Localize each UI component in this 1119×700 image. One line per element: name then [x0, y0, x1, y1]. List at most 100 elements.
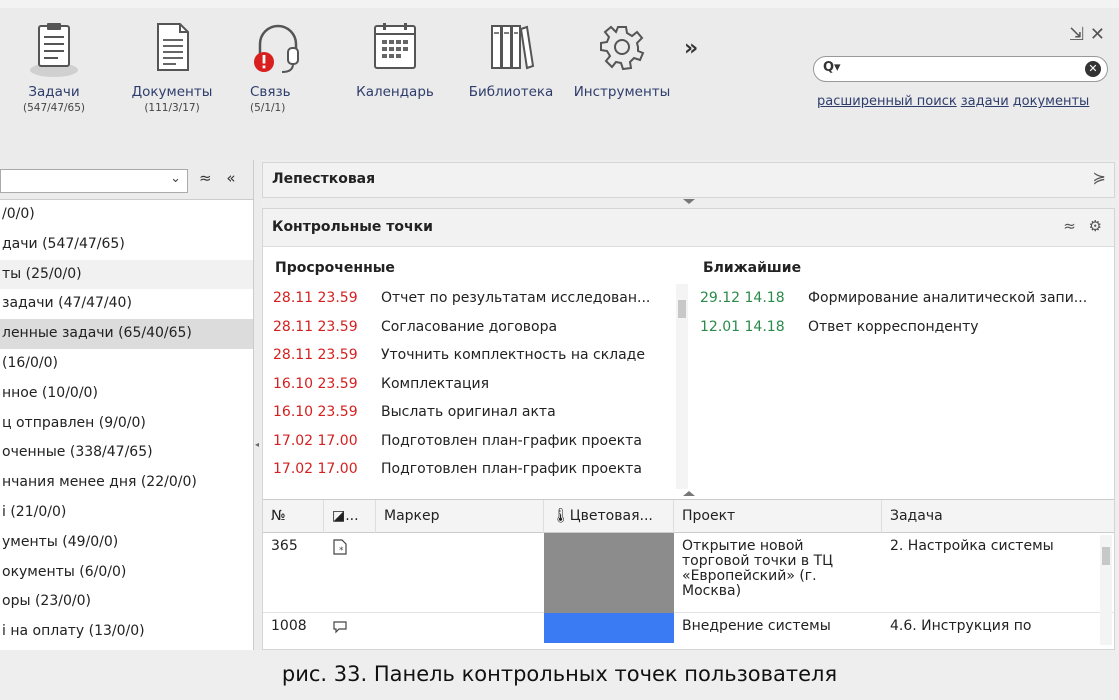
- table-scrollbar[interactable]: [1100, 535, 1112, 645]
- search-icon[interactable]: Q▾: [823, 60, 841, 75]
- overdue-row[interactable]: 28.11 23.59 Уточнить комплектность на скл…: [273, 341, 650, 370]
- list-item[interactable]: ументы (49/0/0): [0, 528, 253, 558]
- documents-count: (111/3/17): [144, 102, 200, 114]
- overdue-text: Комплектация: [381, 375, 490, 392]
- column-header-project[interactable]: Проект: [674, 500, 882, 533]
- petal-panel-title: Лепестковая: [272, 171, 376, 187]
- collapse-controls[interactable]: ≈ «: [199, 169, 241, 187]
- tasks-icon: [30, 23, 78, 77]
- upcoming-date: 29.12 14.18: [700, 290, 785, 306]
- column-header-number[interactable]: №: [263, 500, 324, 533]
- row-color-swatch: [544, 533, 674, 613]
- upcoming-row[interactable]: 12.01 14.18 Ответ корреспонденту: [700, 313, 1087, 342]
- overdue-text: Отчет по результатам исследован...: [381, 290, 651, 306]
- list-item[interactable]: (16/0/0): [0, 349, 253, 379]
- upcoming-title: Ближайшие: [703, 260, 802, 276]
- list-item[interactable]: і на оплату (13/0/0): [0, 617, 253, 647]
- overdue-row[interactable]: 16.10 23.59 Выслать оригинал акта: [273, 398, 650, 427]
- toolbar-tasks-button[interactable]: Задачи (547/47/65): [14, 20, 94, 114]
- list-item[interactable]: нчания менее дня (22/0/0): [0, 468, 253, 498]
- overdue-row[interactable]: 28.11 23.59 Согласование договора: [273, 313, 650, 342]
- chevron-down-icon[interactable]: ⌄: [170, 171, 181, 186]
- overdue-date: 17.02 17.00: [273, 432, 358, 449]
- list-item[interactable]: дачи (547/47/65): [0, 230, 253, 260]
- library-icon: [491, 25, 535, 70]
- overdue-date: 17.02 17.00: [273, 461, 358, 477]
- checkpoints-header: Контрольные точки ≈ ⚙: [263, 209, 1114, 247]
- splitter-handle-icon[interactable]: [683, 199, 695, 204]
- gear-icon: [600, 25, 645, 71]
- tasks-table: № ◪... Маркер 🌡Цветовая... Проект Задача…: [263, 499, 1114, 645]
- window-controls[interactable]: ⇲ ✕: [1069, 24, 1105, 45]
- list-item[interactable]: і (21/0/0): [0, 498, 253, 528]
- splitter-handle-icon[interactable]: [683, 491, 695, 496]
- filter-select[interactable]: ⌄: [0, 169, 188, 193]
- list-item[interactable]: задачи (47/47/40): [0, 289, 253, 319]
- overdue-row[interactable]: 16.10 23.59 Комплектация: [273, 370, 650, 399]
- row-marker: [376, 613, 544, 625]
- upcoming-text: Ответ корреспонденту: [808, 318, 979, 335]
- left-panel: ⌄ ≈ « /0/0) дачи (547/47/65) ты (25/0/0)…: [0, 160, 254, 650]
- overdue-row[interactable]: 17.02 17.00 Подготовлен план-график проек…: [273, 427, 650, 456]
- toolbar-tools-button[interactable]: Инструменты: [570, 20, 674, 100]
- headset-icon: [254, 24, 299, 73]
- overdue-scrollbar[interactable]: [676, 284, 688, 489]
- column-header-marker[interactable]: Маркер: [376, 500, 544, 533]
- overdue-date: 16.10 23.59: [273, 375, 358, 392]
- column-header-type[interactable]: ◪...: [324, 500, 376, 533]
- main-toolbar: Задачи (547/47/65) Документы (111/3/17) …: [0, 0, 1119, 160]
- scrollbar-thumb[interactable]: [678, 300, 686, 318]
- overdue-row[interactable]: 28.11 23.59 Отчет по результатам исследов…: [273, 284, 650, 313]
- column-header-task[interactable]: Задача: [882, 500, 1114, 533]
- search-tasks-link[interactable]: задачи: [961, 94, 1009, 109]
- column-header-color-label: Цветовая...: [569, 508, 653, 524]
- overdue-text: Уточнить комплектность на складе: [381, 347, 645, 363]
- toolbar-calendar-button[interactable]: Календарь: [355, 20, 435, 100]
- row-number: 365: [271, 538, 298, 554]
- search-documents-link[interactable]: документы: [1013, 94, 1090, 109]
- list-item[interactable]: ц отправлен (9/0/0): [0, 409, 253, 439]
- clear-search-icon[interactable]: ✕: [1085, 61, 1101, 77]
- overdue-title: Просроченные: [275, 260, 395, 276]
- overdue-text: Выслать оригинал акта: [381, 404, 556, 420]
- list-item[interactable]: нное (10/0/0): [0, 379, 253, 409]
- list-item[interactable]: окументы (6/0/0): [0, 558, 253, 588]
- toolbar-documents-button[interactable]: Документы (111/3/17): [126, 20, 218, 114]
- list-item-selected[interactable]: ленные задачи (65/40/65): [0, 319, 253, 349]
- row-marker: [376, 533, 544, 545]
- toolbar-library-button[interactable]: Библиотека: [466, 20, 556, 100]
- advanced-search-link[interactable]: расширенный поиск: [817, 94, 957, 109]
- upcoming-row[interactable]: 29.12 14.18 Формирование аналитической за…: [700, 284, 1087, 313]
- overdue-date: 28.11 23.59: [273, 290, 358, 306]
- scrollbar-thumb[interactable]: [1102, 547, 1110, 565]
- list-item[interactable]: оченные (338/47/65): [0, 438, 253, 468]
- calendar-icon: [374, 23, 416, 69]
- documents-label: Документы: [131, 84, 213, 100]
- row-task: 4.6. Инструкция по: [890, 618, 1032, 634]
- comment-icon: [324, 613, 376, 645]
- table-row[interactable]: 1008 Внедрение системы 4.6. Инструкция п…: [263, 613, 1114, 643]
- overdue-text: Согласование договора: [381, 318, 558, 335]
- petal-panel: Лепестковая ≽: [262, 162, 1115, 198]
- panel-splitter[interactable]: ◂: [254, 160, 261, 650]
- search-input[interactable]: Q▾ ✕: [813, 56, 1108, 82]
- filter-list: /0/0) дачи (547/47/65) ты (25/0/0) задач…: [0, 200, 253, 647]
- tasks-count: (547/47/65): [22, 102, 86, 114]
- table-row[interactable]: 365 * Открытие новой торговой точки в ТЦ…: [263, 533, 1114, 613]
- left-panel-header: ⌄ ≈ «: [0, 160, 253, 200]
- more-tools-button[interactable]: »: [684, 36, 698, 61]
- column-header-color[interactable]: 🌡Цветовая...: [544, 500, 674, 533]
- expand-icon[interactable]: ≽: [1093, 168, 1106, 187]
- table-header: № ◪... Маркер 🌡Цветовая... Проект Задача: [263, 499, 1114, 533]
- toolbar-comm-button[interactable]: Связь (5/1/1): [248, 20, 308, 114]
- checkpoints-title: Контрольные точки: [272, 219, 433, 235]
- list-item[interactable]: ты (25/0/0): [0, 259, 253, 290]
- checkpoints-controls[interactable]: ≈ ⚙: [1063, 217, 1106, 235]
- library-label: Библиотека: [468, 84, 554, 100]
- overdue-row[interactable]: 17.02 17.00 Подготовлен план-график проек…: [273, 455, 650, 484]
- list-item[interactable]: /0/0): [0, 200, 253, 230]
- overdue-date: 28.11 23.59: [273, 318, 358, 335]
- upcoming-list: 29.12 14.18 Формирование аналитической за…: [700, 284, 1087, 341]
- list-item[interactable]: оры (23/0/0): [0, 587, 253, 617]
- comm-count: (5/1/1): [250, 102, 286, 114]
